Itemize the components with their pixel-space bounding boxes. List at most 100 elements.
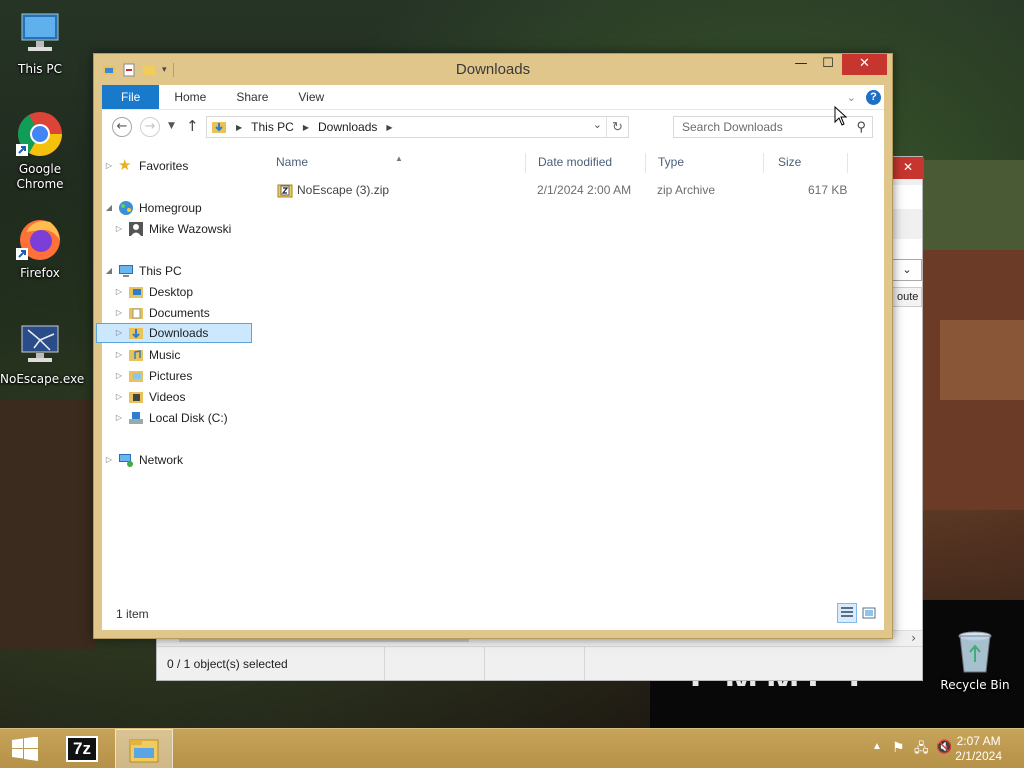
column-header-type[interactable]: Type	[652, 153, 764, 173]
nav-item-desktop[interactable]: ▷ Desktop	[114, 282, 193, 302]
back-button[interactable]: ←	[112, 117, 132, 137]
selection-status-text: 0 / 1 object(s) selected	[167, 657, 288, 671]
column-header-date-modified[interactable]: Date modified	[532, 153, 646, 173]
breadcrumb-chevron-icon[interactable]: ▶	[303, 123, 309, 132]
ribbon-controls: ⌄ ?	[847, 89, 884, 105]
file-type: zip Archive	[657, 183, 716, 197]
action-center-flag-icon[interactable]: ⚑	[892, 739, 905, 756]
address-history-chevron-icon[interactable]: ⌄	[593, 118, 602, 131]
desktop-icon-noescape[interactable]: NoEscape.exe	[0, 320, 84, 387]
desktop-icon-recycle-bin[interactable]: Recycle Bin	[935, 630, 1015, 693]
background-window-column-header[interactable]: oute	[892, 287, 922, 307]
tab-share[interactable]: Share	[221, 85, 283, 109]
nav-item-homegroup[interactable]: ◢ Homegroup	[104, 198, 202, 218]
nav-item-user[interactable]: ▷ Mike Wazowski	[114, 219, 231, 239]
large-icons-view-button[interactable]	[859, 603, 879, 623]
column-divider[interactable]	[525, 153, 526, 173]
column-header-label: Date modified	[538, 155, 613, 169]
taskbar: 7z ▲ ⚑ 🖧 🔇 2:07 AM 2/1/2024	[0, 728, 1024, 768]
mouse-cursor-icon	[834, 106, 848, 126]
sort-ascending-icon: ▲	[395, 154, 403, 163]
file-row[interactable]: NoEscape (3).zip 2/1/2024 2:00 AM zip Ar…	[270, 181, 884, 201]
desktop-icon-firefox[interactable]: Firefox	[0, 214, 80, 281]
tab-view[interactable]: View	[283, 85, 339, 109]
search-placeholder: Search Downloads	[682, 120, 783, 134]
expand-arrow-icon[interactable]: ▷	[114, 408, 124, 428]
collapse-arrow-icon[interactable]: ◢	[104, 261, 114, 281]
background-window-close-button[interactable]: ✕	[892, 157, 924, 179]
forward-button[interactable]: →	[140, 117, 160, 137]
user-icon	[128, 221, 144, 237]
show-hidden-icons-chevron-icon[interactable]: ▲	[872, 741, 882, 752]
tab-file[interactable]: File	[102, 85, 160, 109]
nav-item-this-pc[interactable]: ◢ This PC	[104, 261, 182, 281]
nav-item-videos[interactable]: ▷ Videos	[114, 387, 186, 407]
7zip-icon: 7z	[66, 736, 98, 762]
navigation-pane: ▷ ★ Favorites ◢ Homegroup ▷ Mike Wazowsk…	[96, 145, 262, 590]
breadcrumb-chevron-icon[interactable]: ▶	[386, 123, 392, 132]
tab-home[interactable]: Home	[159, 85, 221, 109]
taskbar-7zip[interactable]: 7z	[56, 729, 114, 768]
breadcrumb-this-pc[interactable]: This PC	[251, 120, 294, 134]
maximize-button[interactable]: ☐	[816, 54, 840, 75]
nav-item-documents[interactable]: ▷ Documents	[114, 303, 210, 323]
nav-item-label: Favorites	[139, 159, 189, 173]
column-divider[interactable]	[763, 153, 764, 173]
expand-ribbon-chevron-icon[interactable]: ⌄	[847, 91, 856, 104]
expand-arrow-icon[interactable]: ▷	[114, 282, 124, 302]
expand-arrow-icon[interactable]: ▷	[114, 219, 124, 239]
clock[interactable]: 2:07 AM 2/1/2024	[955, 734, 1002, 764]
column-header-size[interactable]: Size	[770, 153, 848, 173]
zip-archive-icon	[277, 184, 293, 198]
desktop-icon-google-chrome[interactable]: Google Chrome	[0, 110, 80, 192]
desktop-folder-icon	[128, 284, 144, 300]
computer-icon	[118, 263, 134, 279]
details-view-button[interactable]	[837, 603, 857, 623]
volume-muted-icon[interactable]: 🔇	[936, 739, 952, 755]
expand-arrow-icon[interactable]: ▷	[114, 323, 124, 343]
status-separator	[384, 647, 385, 680]
start-button[interactable]	[0, 729, 52, 768]
scroll-right-arrow-icon[interactable]: ›	[911, 631, 916, 645]
breadcrumb-downloads[interactable]: Downloads	[318, 120, 377, 134]
file-explorer-icon	[129, 739, 159, 763]
desktop-icon-label: Firefox	[20, 266, 60, 280]
recent-locations-chevron-icon[interactable]: ▼	[168, 121, 175, 131]
expand-arrow-icon[interactable]: ▷	[114, 345, 124, 365]
taskbar-file-explorer[interactable]	[115, 729, 173, 768]
nav-item-favorites[interactable]: ▷ ★ Favorites	[104, 156, 188, 176]
windows-logo-icon	[12, 737, 38, 761]
nav-item-music[interactable]: ▷ Music	[114, 345, 180, 365]
documents-folder-icon	[128, 305, 144, 321]
background-window-dropdown[interactable]: ⌄	[892, 259, 922, 281]
nav-item-network[interactable]: ▷ Network	[104, 450, 183, 470]
breadcrumb-chevron-icon[interactable]: ▶	[236, 123, 242, 132]
nav-item-downloads[interactable]: ▷ Downloads	[96, 323, 252, 343]
expand-arrow-icon[interactable]: ▷	[114, 387, 124, 407]
desktop-icon-this-pc[interactable]: This PC	[0, 10, 80, 77]
explorer-window[interactable]: ▾ Downloads — ☐ ✕ File Home Share View ⌄…	[93, 53, 893, 639]
up-button[interactable]: ↑	[186, 117, 199, 135]
expand-arrow-icon[interactable]: ▷	[114, 366, 124, 386]
search-icon[interactable]: ⚲	[856, 119, 866, 135]
network-status-icon[interactable]: 🖧	[914, 739, 929, 761]
expand-arrow-icon[interactable]: ▷	[104, 450, 114, 470]
expand-arrow-icon[interactable]: ▷	[114, 303, 124, 323]
nav-item-local-disk[interactable]: ▷ Local Disk (C:)	[114, 408, 228, 428]
column-header-name[interactable]: Name ▲	[270, 153, 526, 173]
column-divider[interactable]	[847, 153, 848, 173]
collapse-arrow-icon[interactable]: ◢	[104, 198, 114, 218]
background-window-statusbar: 0 / 1 object(s) selected	[157, 646, 922, 680]
column-divider[interactable]	[645, 153, 646, 173]
expand-arrow-icon[interactable]: ▷	[104, 156, 114, 176]
close-button[interactable]: ✕	[842, 54, 887, 75]
refresh-icon[interactable]: ↻	[606, 117, 628, 137]
downloads-folder-icon	[128, 325, 144, 341]
wallpaper-tile	[940, 320, 1024, 400]
nav-item-pictures[interactable]: ▷ Pictures	[114, 366, 192, 386]
drive-icon	[128, 410, 144, 426]
address-bar[interactable]: ▶ This PC ▶ Downloads ▶ ⌄ ↻	[206, 116, 629, 138]
file-name[interactable]: NoEscape (3).zip	[297, 183, 389, 197]
minimize-button[interactable]: —	[790, 54, 812, 75]
help-icon[interactable]: ?	[866, 89, 881, 105]
